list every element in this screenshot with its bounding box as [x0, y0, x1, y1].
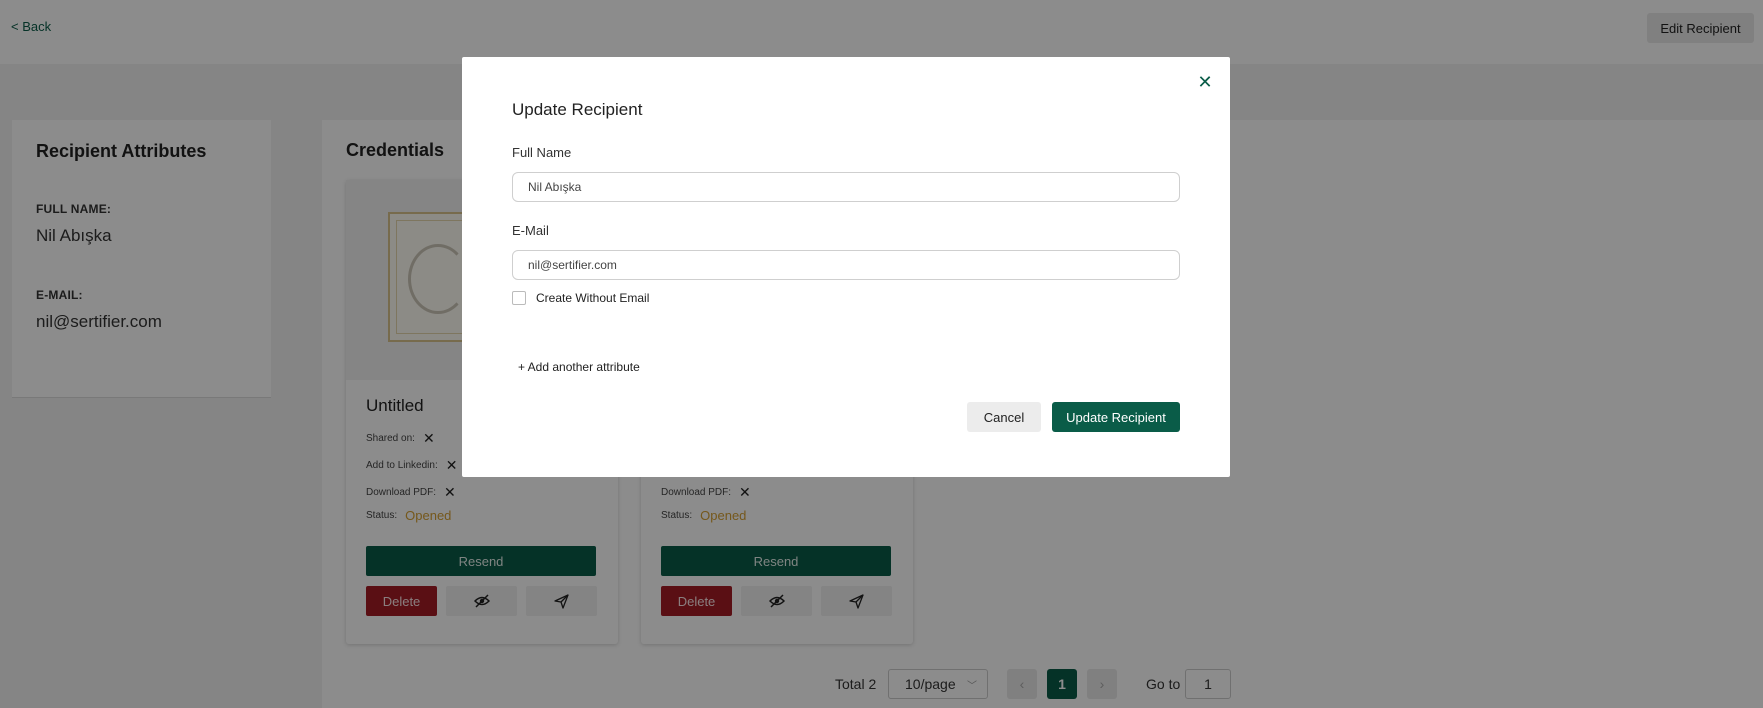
full-name-field[interactable] [512, 172, 1180, 202]
close-icon[interactable]: ✕ [1196, 73, 1214, 91]
create-without-email-label[interactable]: Create Without Email [536, 291, 649, 305]
update-recipient-button[interactable]: Update Recipient [1052, 402, 1180, 432]
full-name-field-label: Full Name [512, 145, 572, 160]
modal-title: Update Recipient [512, 100, 643, 119]
email-field[interactable] [512, 250, 1180, 280]
create-without-email-checkbox[interactable] [512, 291, 526, 305]
add-attribute-button[interactable]: + Add another attribute [518, 360, 640, 374]
update-recipient-modal: ✕ Update Recipient Full Name E-Mail Crea… [462, 57, 1230, 477]
cancel-button[interactable]: Cancel [967, 402, 1041, 432]
email-field-label: E-Mail [512, 223, 549, 238]
